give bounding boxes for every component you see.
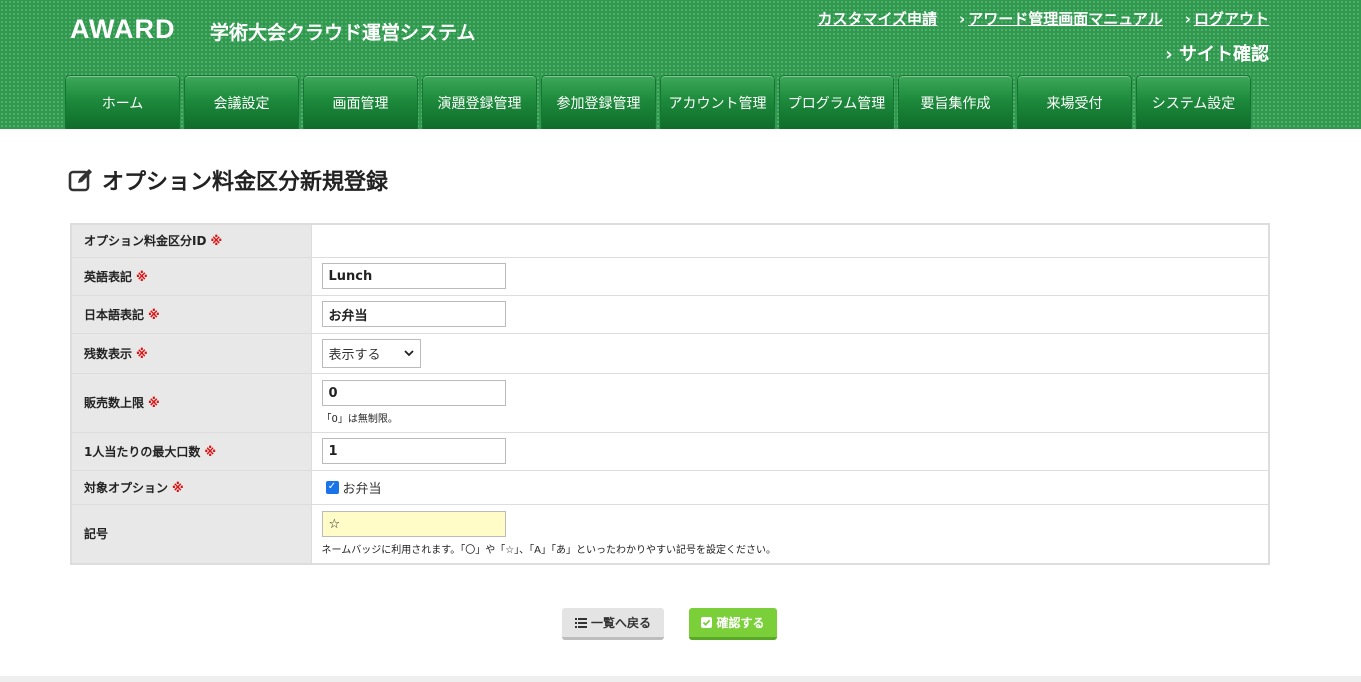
max-per-person-input[interactable] — [321, 438, 506, 464]
field-label: 記号 — [70, 503, 312, 565]
form-row: 英語表記 ※ — [70, 256, 1270, 296]
form-row: 1人当たりの最大口数 ※ — [70, 431, 1270, 471]
edit-icon — [68, 169, 92, 192]
field-label: 販売数上限 ※ — [70, 372, 312, 433]
sales-limit-hint: 「0」は無制限。 — [321, 414, 398, 425]
chevron-down-icon — [403, 349, 414, 356]
field-label: 残数表示 ※ — [70, 332, 312, 374]
header-links: カスタマイズ申請 › アワード管理画面マニュアル › ログアウト — [817, 8, 1269, 29]
tab-system-settings[interactable]: システム設定 — [1136, 75, 1251, 129]
form-row: 対象オプション ※ ✓ お弁当 — [70, 469, 1270, 505]
select-value: 表示する — [328, 347, 381, 363]
page-title: オプション料金区分新規登録 — [68, 164, 388, 196]
japanese-name-input[interactable] — [321, 301, 506, 327]
form-row: オプション料金区分ID ※ — [70, 223, 1270, 258]
form-row: 販売数上限※ 「0」は無制限。 — [70, 372, 1270, 433]
check-square-icon — [701, 617, 713, 628]
tab-reception[interactable]: 来場受付 — [1017, 75, 1132, 129]
sales-limit-input[interactable] — [321, 380, 506, 406]
tab-home[interactable]: ホーム — [65, 75, 180, 129]
symbol-input[interactable] — [321, 511, 506, 538]
field-label: 日本語表記 ※ — [70, 294, 312, 334]
target-option-checkbox[interactable]: ✓ — [325, 480, 339, 494]
tab-screen-management[interactable]: 画面管理 — [303, 75, 418, 129]
tab-abstract-registration[interactable]: 演題登録管理 — [422, 75, 537, 129]
main-nav: ホーム 会議設定 画面管理 演題登録管理 参加登録管理 アカウント管理 プログラ… — [65, 75, 1251, 129]
confirm-button-label: 確認する — [716, 616, 765, 630]
footer-divider — [0, 676, 1361, 682]
site-header: AWARD 学術大会クラウド運営システム カスタマイズ申請 › アワード管理画面マ… — [0, 0, 1361, 129]
required-mark: ※ — [172, 480, 184, 495]
tab-account-management[interactable]: アカウント管理 — [660, 75, 775, 129]
required-mark: ※ — [148, 307, 160, 322]
form-row: 日本語表記 ※ — [70, 294, 1270, 334]
back-button-label: 一覧へ戻る — [590, 616, 651, 630]
logout-link[interactable]: › ログアウト — [1185, 8, 1269, 29]
required-mark: ※ — [148, 396, 160, 410]
chevron-right-icon: › — [959, 10, 966, 28]
required-mark: ※ — [136, 269, 148, 284]
option-id-value — [310, 223, 1270, 258]
chevron-right-icon: › — [1165, 44, 1173, 65]
required-mark: ※ — [210, 234, 223, 249]
field-label: 英語表記 ※ — [70, 256, 312, 296]
form-row: 記号 ネームバッジに利用されます。「〇」や「☆」、「A」「あ」といったわかりやす… — [70, 503, 1270, 565]
checkbox-label: お弁当 — [342, 481, 382, 497]
customize-request-link[interactable]: カスタマイズ申請 — [817, 8, 937, 29]
page-title-text: オプション料金区分新規登録 — [102, 170, 389, 195]
target-option-checkbox-row[interactable]: ✓ お弁当 — [322, 478, 1259, 497]
tab-conference-settings[interactable]: 会議設定 — [184, 75, 299, 129]
tab-participant-registration[interactable]: 参加登録管理 — [541, 75, 656, 129]
back-to-list-button[interactable]: 一覧へ戻る — [562, 608, 664, 640]
chevron-right-icon: › — [1184, 10, 1191, 28]
award-manual-link[interactable]: › アワード管理画面マニュアル — [959, 8, 1163, 29]
field-label: オプション料金区分ID ※ — [70, 223, 312, 258]
option-form: オプション料金区分ID※ 英語表記※ 日本語表記※ 残数表示※ 表示する 販売数… — [70, 223, 1270, 565]
award-logo[interactable]: AWARD — [70, 14, 176, 45]
form-row: 残数表示 ※ 表示する — [70, 332, 1270, 374]
remaining-display-select[interactable]: 表示する — [321, 338, 421, 368]
required-mark: ※ — [136, 346, 148, 361]
field-label: 1人当たりの最大口数 ※ — [70, 431, 312, 471]
tab-abstract-book[interactable]: 要旨集作成 — [898, 75, 1013, 129]
tab-program-management[interactable]: プログラム管理 — [779, 75, 894, 129]
required-mark: ※ — [204, 444, 217, 459]
list-icon — [574, 617, 587, 628]
symbol-hint: ネームバッジに利用されます。「〇」や「☆」、「A」「あ」といったわかりやすい記号… — [321, 545, 777, 557]
site-check-link[interactable]: › サイト確認 — [1165, 40, 1269, 66]
field-label: 対象オプション ※ — [70, 469, 312, 505]
english-name-input[interactable] — [321, 263, 506, 289]
system-name: 学術大会クラウド運営システム — [210, 22, 476, 44]
confirm-button[interactable]: 確認する — [689, 608, 777, 640]
